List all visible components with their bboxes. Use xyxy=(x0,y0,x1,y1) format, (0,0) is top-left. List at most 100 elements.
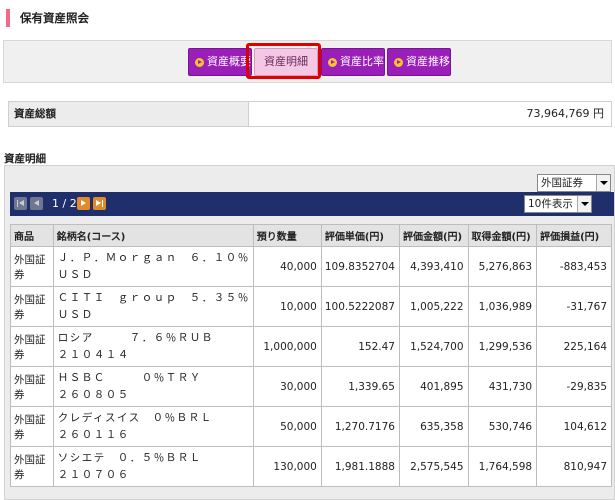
security-name-line2: ２６０１１６ xyxy=(57,428,130,441)
cost-cell: 1,036,989 xyxy=(467,286,538,327)
unit-price-cell: 152.47 xyxy=(320,326,400,367)
cost-cell: 1,764,598 xyxy=(467,446,538,487)
table-row: 外国証券 ＣＩＴＩ ｇｒｏｕｐ ５．３５％ ＵＳＤ 10,000 100.5222… xyxy=(10,286,612,327)
security-name-line2: ＵＳＤ xyxy=(57,268,94,281)
pl-cell: 104,612 xyxy=(536,406,612,447)
quantity-cell: 10,000 xyxy=(252,286,322,327)
security-name-line1: ロシア ７．６％ＲＵＢ xyxy=(57,331,214,344)
quantity-cell: 130,000 xyxy=(252,446,322,487)
tab-asset-trend[interactable]: 資産推移 xyxy=(387,48,451,76)
table-row: 外国証券 ソシエテ ０．５％ＢＲＬ ２１０７０６ 130,000 1,981.18… xyxy=(10,446,612,487)
column-header-cost: 取得金額(円) xyxy=(467,224,538,247)
product-filter-value: 外国証券 xyxy=(541,177,583,189)
unit-price-cell: 100.5222087 xyxy=(320,286,400,327)
security-name-line2: ２６０８０５ xyxy=(57,388,130,401)
security-name-cell: ロシア ７．６％ＲＵＢ ２１０４１４ xyxy=(52,326,254,367)
table-header-row: 商品 銘柄名(コース) 預り数量 評価単価(円) 評価金額(円) 取得金額(円)… xyxy=(10,224,612,247)
security-name-cell: ソシエテ ０．５％ＢＲＬ ２１０７０６ xyxy=(52,446,254,487)
security-name-line2: ２１０７０６ xyxy=(57,468,130,481)
tab-label: 資産比率 xyxy=(340,55,384,68)
security-name-line1: Ｊ．Ｐ．Ｍｏｒｇａｎ ６．１０％ xyxy=(57,251,250,264)
column-header-name: 銘柄名(コース) xyxy=(52,224,254,247)
cost-cell: 1,299,536 xyxy=(467,326,538,367)
arrow-circle-icon xyxy=(394,57,403,67)
product-cell: 外国証券 xyxy=(10,406,54,447)
pager-bar: 1 / 2 10件表示 xyxy=(10,192,614,216)
cost-cell: 530,746 xyxy=(467,406,538,447)
value-cell: 4,393,410 xyxy=(398,246,469,287)
cost-cell: 5,276,863 xyxy=(467,246,538,287)
first-page-icon xyxy=(17,200,18,207)
chevron-down-icon xyxy=(577,196,591,212)
prev-page-icon xyxy=(34,200,39,206)
asset-detail-panel: 外国証券 1 / 2 10件表示 商品 銘柄名(コース) 預り数量 評価単価(円… xyxy=(4,165,615,500)
next-page-button[interactable] xyxy=(77,197,90,210)
page-title: 保有資産照会 xyxy=(20,11,89,25)
security-name-line1: ＣＩＴＩ ｇｒｏｕｐ ５．３５％ xyxy=(57,291,250,304)
arrow-circle-icon xyxy=(195,57,204,67)
security-name-cell: Ｊ．Ｐ．Ｍｏｒｇａｎ ６．１０％ ＵＳＤ xyxy=(52,246,254,287)
security-name-cell: ＣＩＴＩ ｇｒｏｕｐ ５．３５％ ＵＳＤ xyxy=(52,286,254,327)
per-page-select[interactable]: 10件表示 xyxy=(524,195,592,213)
cost-cell: 431,730 xyxy=(467,366,538,407)
quantity-cell: 50,000 xyxy=(252,406,322,447)
value-cell: 635,358 xyxy=(398,406,469,447)
pl-cell: -883,453 xyxy=(536,246,612,287)
unit-price-cell: 1,339.65 xyxy=(320,366,400,407)
first-page-button[interactable] xyxy=(14,197,27,210)
total-assets-row: 資産総額 73,964,769 円 xyxy=(8,101,612,127)
per-page-value: 10件表示 xyxy=(528,198,573,210)
first-page-arrow xyxy=(19,200,24,206)
column-header-quantity: 預り数量 xyxy=(252,224,322,247)
tab-asset-overview[interactable]: 資産概要 xyxy=(188,48,252,76)
value-cell: 1,005,222 xyxy=(398,286,469,327)
last-page-button[interactable] xyxy=(93,197,106,210)
column-header-unit-price: 評価単価(円) xyxy=(320,224,400,247)
holdings-table: 商品 銘柄名(コース) 預り数量 評価単価(円) 評価金額(円) 取得金額(円)… xyxy=(10,224,612,487)
security-name-line1: ＨＳＢＣ ０％ＴＲＹ xyxy=(57,371,202,384)
next-page-icon xyxy=(81,200,86,206)
product-cell: 外国証券 xyxy=(10,246,54,287)
chevron-down-icon xyxy=(596,175,610,191)
tab-label: 資産概要 xyxy=(207,55,251,68)
section-title: 資産明細 xyxy=(4,153,46,165)
quantity-cell: 30,000 xyxy=(252,366,322,407)
pl-cell: -31,767 xyxy=(536,286,612,327)
security-name-line2: ２１０４１４ xyxy=(57,348,130,361)
security-name-cell: クレディスイス ０％ＢＲＬ ２６０１１６ xyxy=(52,406,254,447)
security-name-line1: クレディスイス ０％ＢＲＬ xyxy=(57,411,213,424)
unit-price-cell: 1,270.7176 xyxy=(320,406,400,447)
tab-asset-ratio[interactable]: 資産比率 xyxy=(321,48,385,76)
table-row: 外国証券 ＨＳＢＣ ０％ＴＲＹ ２６０８０５ 30,000 1,339.65 40… xyxy=(10,366,612,407)
quantity-cell: 1,000,000 xyxy=(252,326,322,367)
unit-price-cell: 1,981.1888 xyxy=(320,446,400,487)
security-name-line1: ソシエテ ０．５％ＢＲＬ xyxy=(57,451,202,464)
value-cell: 1,524,700 xyxy=(398,326,469,367)
page-indicator: 1 / 2 xyxy=(52,197,77,210)
prev-page-button[interactable] xyxy=(30,197,43,210)
pl-cell: -29,835 xyxy=(536,366,612,407)
last-page-icon xyxy=(96,200,101,206)
quantity-cell: 40,000 xyxy=(252,246,322,287)
column-header-value: 評価金額(円) xyxy=(398,224,469,247)
title-accent-bar xyxy=(6,9,10,27)
value-cell: 2,575,545 xyxy=(398,446,469,487)
arrow-circle-icon xyxy=(328,57,337,67)
security-name-line2: ＵＳＤ xyxy=(57,308,94,321)
security-name-cell: ＨＳＢＣ ０％ＴＲＹ ２６０８０５ xyxy=(52,366,254,407)
page-header: 保有資産照会 xyxy=(0,0,615,36)
unit-price-cell: 109.8352704 xyxy=(320,246,400,287)
total-assets-value: 73,964,769 円 xyxy=(526,107,604,120)
pl-cell: 225,164 xyxy=(536,326,612,367)
product-cell: 外国証券 xyxy=(10,366,54,407)
product-cell: 外国証券 xyxy=(10,326,54,367)
table-row: 外国証券 ロシア ７．６％ＲＵＢ ２１０４１４ 1,000,000 152.47 … xyxy=(10,326,612,367)
value-cell: 401,895 xyxy=(398,366,469,407)
table-row: 外国証券 Ｊ．Ｐ．Ｍｏｒｇａｎ ６．１０％ ＵＳＤ 40,000 109.8352… xyxy=(10,246,612,287)
pl-cell: 810,947 xyxy=(536,446,612,487)
active-tab-highlight xyxy=(246,43,321,79)
column-header-pl: 評価損益(円) xyxy=(536,224,612,247)
product-cell: 外国証券 xyxy=(10,446,54,487)
table-row: 外国証券 クレディスイス ０％ＢＲＬ ２６０１１６ 50,000 1,270.71… xyxy=(10,406,612,447)
product-filter-select[interactable]: 外国証券 xyxy=(537,174,611,192)
